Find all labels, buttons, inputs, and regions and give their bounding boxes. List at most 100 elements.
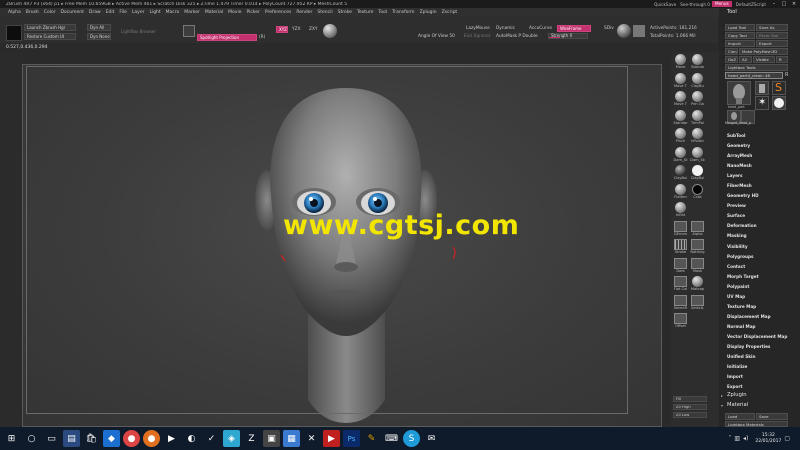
subpalette-initialize[interactable]: Initialize [727, 362, 799, 372]
menu-light[interactable]: Light [149, 10, 160, 15]
menu-file[interactable]: File [119, 10, 127, 15]
subpalette-polygroups[interactable]: Polygroups [727, 252, 799, 262]
mail-icon[interactable]: ✉ [423, 430, 440, 447]
brush-pen-ga-button[interactable]: Pen Ga [690, 91, 705, 106]
sculpt-model[interactable] [23, 65, 662, 427]
minimize-icon[interactable]: – [770, 1, 778, 8]
brush-move-t-button[interactable]: Move T [673, 72, 688, 88]
menu-stroke[interactable]: Stroke [338, 10, 352, 15]
volume-icon[interactable]: ◂) [743, 435, 748, 442]
zplugin-section[interactable]: ▸ Zplugin [719, 391, 800, 400]
material-load-button[interactable]: Load [725, 413, 755, 420]
sphere-thumbnail[interactable] [772, 96, 786, 110]
brush-standa-button[interactable]: Standa [690, 54, 705, 69]
store-icon[interactable]: 🛍 [83, 430, 100, 447]
zbrush-taskbar-icon[interactable]: ✓ [203, 430, 220, 447]
brush-dam-st-button[interactable]: Dam_St [673, 146, 688, 162]
all-button[interactable]: All [739, 56, 752, 63]
lightbox-browser-button[interactable]: LightBox Browser [118, 28, 166, 35]
dropbox-icon[interactable]: ◆ [103, 430, 120, 447]
skype-tray-icon[interactable]: ◈ [223, 430, 240, 447]
menu-picker[interactable]: Picker [246, 10, 259, 15]
seethrough-slider[interactable]: See-through 0 [680, 2, 710, 7]
menu-color[interactable]: Color [44, 10, 56, 15]
menu-movie[interactable]: Movie [228, 10, 241, 15]
subpalette-contact[interactable]: Contact [727, 262, 799, 272]
brush-flatten-button[interactable]: Flatten [673, 183, 688, 199]
notifications-icon[interactable]: ▢ [784, 435, 790, 442]
clock[interactable]: 15:32 22/01/2017 [755, 433, 781, 445]
all-low-button[interactable]: All Low [673, 412, 707, 418]
accucurve-button[interactable]: AccuCurve [529, 26, 552, 31]
cylinder-thumbnail[interactable] [755, 81, 769, 95]
material-save-button[interactable]: Save [756, 413, 788, 420]
exit-ignore-button[interactable]: Exit (Ignore) [464, 34, 491, 39]
simplebrush-thumbnail[interactable]: S [772, 81, 786, 95]
brush-flat-col-button[interactable]: Flat Col [673, 276, 688, 291]
copy-tool-button[interactable]: Copy Tool [725, 32, 755, 39]
menu-macro[interactable]: Macro [166, 10, 180, 15]
brush-dots-button[interactable]: Dots [673, 257, 688, 273]
brush-crak-button[interactable]: Crak [690, 183, 705, 199]
subpalette-import[interactable]: Import [727, 372, 799, 382]
windows-start-icon[interactable]: ⊞ [3, 430, 20, 447]
menu-texture[interactable]: Texture [357, 10, 373, 15]
fill-button[interactable]: Fill [673, 396, 707, 402]
menu-tool[interactable]: Tool [378, 10, 387, 15]
chrome-icon[interactable]: ● [123, 430, 140, 447]
tool-palette-title[interactable]: Tool [719, 8, 800, 17]
menu-layer[interactable]: Layer [132, 10, 145, 15]
xyz-symmetry-button[interactable]: XYZ [276, 26, 288, 33]
photoshop-icon[interactable]: Ps [343, 430, 360, 447]
brush-claybui-button[interactable]: ClayBui [690, 165, 705, 180]
launch-zbrush-button[interactable]: Launch Zbrush Hgr [24, 24, 76, 31]
firefox-icon[interactable]: ● [143, 430, 160, 447]
restore-custom-ui-button[interactable]: Restore Custom UI [24, 33, 76, 40]
pen-icon[interactable]: ✎ [363, 430, 380, 447]
photos-icon[interactable]: ▦ [283, 430, 300, 447]
strength-slider[interactable]: Strength 0 [548, 33, 588, 39]
goz-button[interactable]: GoZ [725, 56, 738, 63]
quicksave-button[interactable]: QuickSave [652, 2, 678, 7]
menu-document[interactable]: Document [61, 10, 84, 15]
material-icon[interactable] [617, 24, 631, 38]
export-button[interactable]: Export [756, 40, 788, 47]
search-icon[interactable]: ○ [23, 430, 40, 447]
app-icon[interactable]: ▣ [263, 430, 280, 447]
media-player-icon[interactable]: ▶ [163, 430, 180, 447]
menu-stencil[interactable]: Stencil [317, 10, 332, 15]
menu-render[interactable]: Render [296, 10, 312, 15]
brush-claybu-button[interactable]: ClayBu [690, 72, 705, 88]
subpalette-deformation[interactable]: Deformation [727, 221, 799, 231]
menu-zplugin[interactable]: Zplugin [420, 10, 437, 15]
zbrush-icon[interactable]: Z [243, 430, 260, 447]
dyn-none-button[interactable]: Dyn None [87, 33, 111, 40]
wireframe-button[interactable]: WireFrame [557, 25, 591, 32]
brush-inflat-button[interactable]: Inflat [673, 202, 688, 217]
brush-standar-button[interactable]: Standar [673, 109, 688, 125]
zxy-button[interactable]: ZXY [309, 27, 318, 32]
clone-button[interactable]: Clone [725, 48, 738, 55]
chevron-up-icon[interactable]: ˄ [728, 435, 731, 442]
angle-of-view-slider[interactable]: Angle Of View 50 [418, 34, 455, 39]
import-button[interactable]: Import [725, 40, 755, 47]
task-view-icon[interactable]: ▭ [43, 430, 60, 447]
subpalette-unified-skin[interactable]: Unified Skin [727, 352, 799, 362]
subpalette-subtool[interactable]: SubTool [727, 131, 799, 141]
head-thumbnail[interactable]: head_part [727, 81, 751, 109]
brush-offset-button[interactable]: Offset [673, 313, 688, 328]
projection-icon[interactable] [183, 25, 195, 37]
subpalette-surface[interactable]: Surface [727, 211, 799, 221]
menu-draw[interactable]: Draw [89, 10, 101, 15]
brush-hpolish-button[interactable]: hPolish [690, 128, 705, 143]
subpalette-nanomesh[interactable]: NanoMesh [727, 161, 799, 171]
r-button[interactable]: (R) [259, 35, 265, 40]
subpalette-visibility[interactable]: Visibility [727, 242, 799, 252]
brush-stroke-button[interactable]: Stroke [673, 239, 688, 254]
sdiv-slider[interactable]: SDiv [604, 26, 614, 31]
all-high-button[interactable]: All High [673, 404, 707, 410]
brush-trimpol-button[interactable]: TrimPol [690, 109, 705, 125]
brush-move-button[interactable]: Move [673, 54, 688, 69]
brush-mask-button[interactable]: Mask [690, 257, 705, 273]
menu-preferences[interactable]: Preferences [265, 10, 291, 15]
